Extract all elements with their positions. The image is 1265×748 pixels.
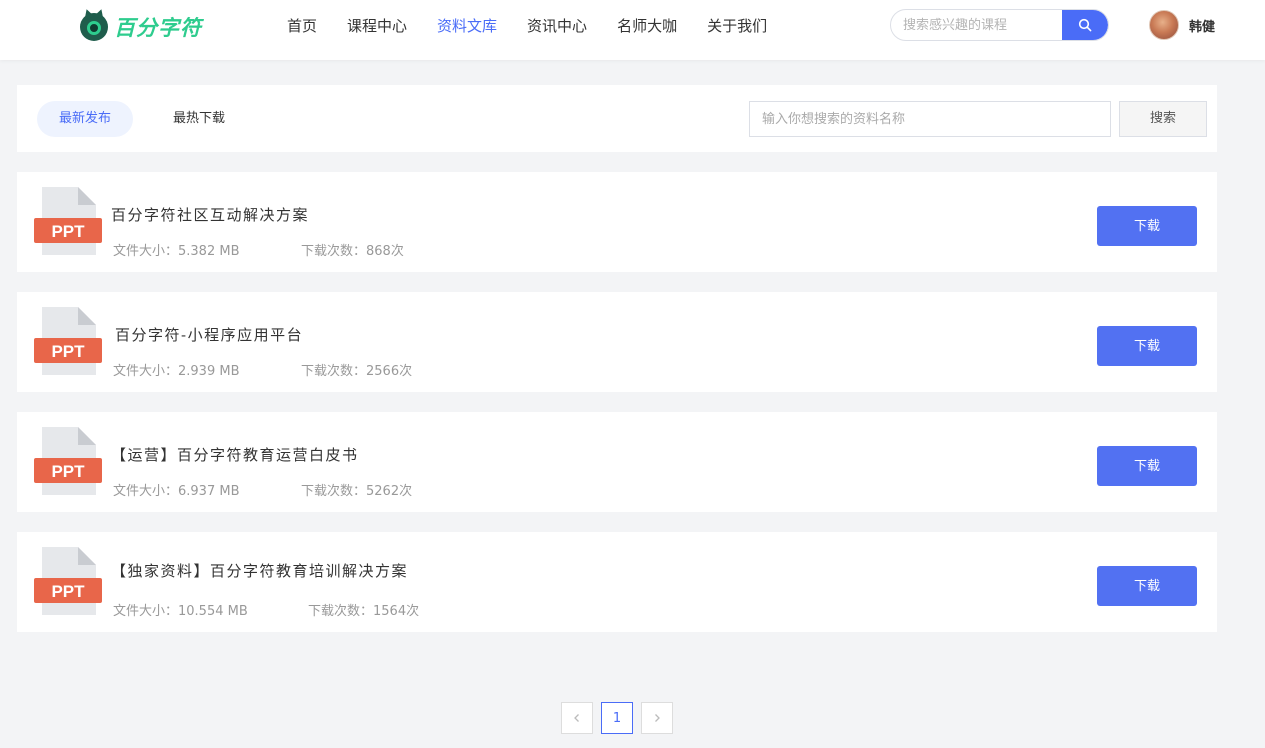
course-search: [890, 9, 1109, 41]
brand-logo[interactable]: 百分字符: [80, 12, 202, 42]
username: 韩健: [1189, 19, 1216, 35]
brand-name: 百分字符: [114, 16, 202, 40]
nav-item-library[interactable]: 资料文库: [422, 0, 512, 52]
resource-item: PPT 【独家资料】百分字符教育培训解决方案 文件大小：10.554 MB 下载…: [17, 532, 1217, 632]
file-type-label: PPT: [51, 342, 85, 361]
ppt-file-icon: PPT: [34, 307, 102, 375]
resource-search-button[interactable]: 搜索: [1119, 101, 1207, 137]
course-search-button[interactable]: [1062, 10, 1108, 40]
tab-latest[interactable]: 最新发布: [37, 101, 133, 137]
download-button[interactable]: 下载: [1097, 206, 1197, 246]
download-count: 下载次数：5262次: [301, 484, 413, 499]
file-type-label: PPT: [51, 222, 85, 241]
file-size: 文件大小：10.554 MB: [113, 604, 248, 619]
nav-item-about[interactable]: 关于我们: [692, 0, 782, 52]
resource-title[interactable]: 【独家资料】百分字符教育培训解决方案: [111, 560, 408, 581]
resource-list: PPT 百分字符社区互动解决方案 文件大小：5.382 MB 下载次数：868次…: [17, 172, 1217, 652]
search-icon: [1078, 18, 1092, 32]
file-size: 文件大小：2.939 MB: [113, 364, 240, 379]
file-type-label: PPT: [51, 582, 85, 601]
nav-item-courses[interactable]: 课程中心: [332, 0, 422, 52]
main-nav: 首页 课程中心 资料文库 资讯中心 名师大咖 关于我们: [272, 0, 782, 52]
ppt-file-icon: PPT: [34, 427, 102, 495]
ppt-file-icon: PPT: [34, 187, 102, 255]
download-button[interactable]: 下载: [1097, 446, 1197, 486]
course-search-input[interactable]: [891, 10, 1065, 40]
nav-item-teachers[interactable]: 名师大咖: [602, 0, 692, 52]
file-type-label: PPT: [51, 462, 85, 481]
resource-title[interactable]: 百分字符社区互动解决方案: [111, 204, 309, 225]
nav-item-news[interactable]: 资讯中心: [512, 0, 602, 52]
cat-logo-icon: [80, 13, 108, 41]
resource-item: PPT 百分字符社区互动解决方案 文件大小：5.382 MB 下载次数：868次…: [17, 172, 1217, 272]
nav-item-home[interactable]: 首页: [272, 0, 332, 52]
page-number-button[interactable]: 1: [601, 702, 633, 734]
user-menu[interactable]: 韩健: [1149, 10, 1215, 40]
file-size: 文件大小：5.382 MB: [113, 244, 240, 259]
download-count: 下载次数：868次: [301, 244, 404, 259]
avatar[interactable]: [1149, 10, 1179, 40]
resource-item: PPT 百分字符-小程序应用平台 文件大小：2.939 MB 下载次数：2566…: [17, 292, 1217, 392]
file-size: 文件大小：6.937 MB: [113, 484, 240, 499]
resource-title[interactable]: 【运营】百分字符教育运营白皮书: [111, 444, 359, 465]
download-button[interactable]: 下载: [1097, 566, 1197, 606]
download-button[interactable]: 下载: [1097, 326, 1197, 366]
download-count: 下载次数：2566次: [301, 364, 413, 379]
resource-search-input[interactable]: [749, 101, 1111, 137]
top-header: 百分字符 首页 课程中心 资料文库 资讯中心 名师大咖 关于我们 韩健: [0, 0, 1265, 60]
prev-page-button[interactable]: [561, 702, 593, 734]
chevron-right-icon: [655, 714, 660, 722]
library-filter-bar: 最新发布 最热下载 搜索: [17, 85, 1217, 152]
resource-item: PPT 【运营】百分字符教育运营白皮书 文件大小：6.937 MB 下载次数：5…: [17, 412, 1217, 512]
pagination: 1: [561, 702, 681, 734]
chevron-left-icon: [574, 714, 579, 722]
ppt-file-icon: PPT: [34, 547, 102, 615]
resource-title[interactable]: 百分字符-小程序应用平台: [115, 324, 303, 345]
download-count: 下载次数：1564次: [308, 604, 420, 619]
tab-hot-downloads[interactable]: 最热下载: [153, 101, 245, 137]
next-page-button[interactable]: [641, 702, 673, 734]
